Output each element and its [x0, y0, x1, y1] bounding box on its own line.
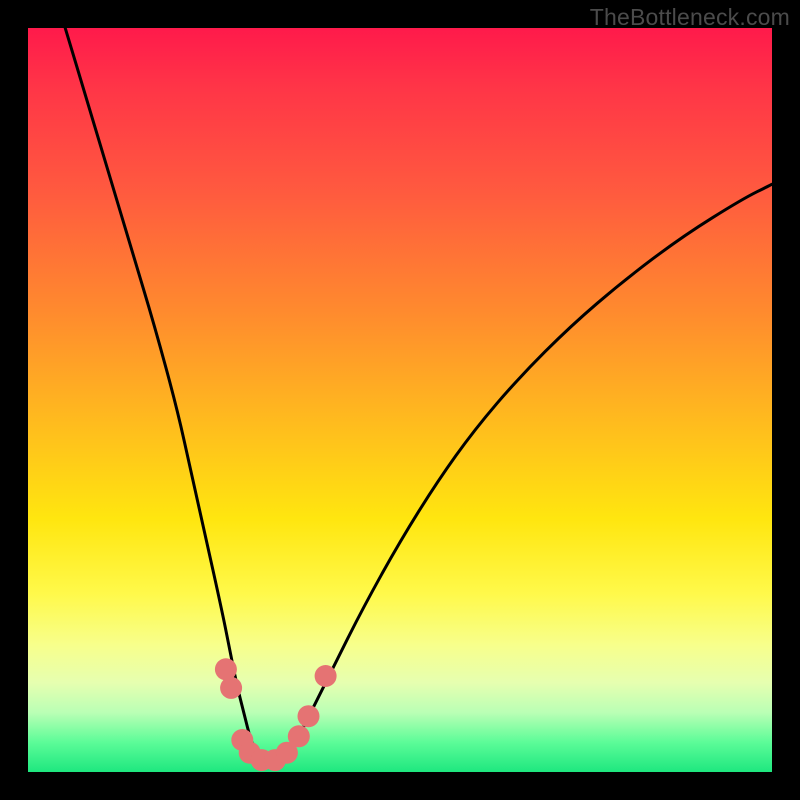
curve-marker — [315, 665, 337, 687]
curve-marker — [220, 677, 242, 699]
watermark-text: TheBottleneck.com — [590, 4, 790, 31]
curve-marker — [298, 705, 320, 727]
curve-markers — [215, 658, 337, 771]
curve-svg — [28, 28, 772, 772]
chart-frame: TheBottleneck.com — [0, 0, 800, 800]
curve-marker — [215, 658, 237, 680]
plot-area — [28, 28, 772, 772]
bottleneck-curve-path — [65, 28, 772, 765]
curve-marker — [288, 725, 310, 747]
